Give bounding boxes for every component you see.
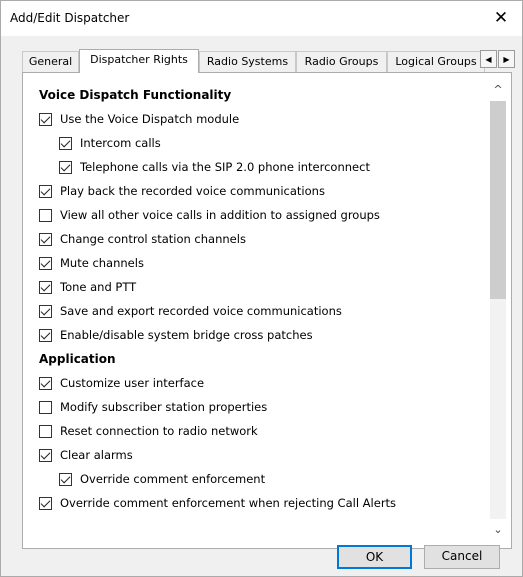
- permission-row[interactable]: Save and export recorded voice communica…: [39, 301, 342, 321]
- permission-checkbox[interactable]: [39, 496, 52, 510]
- permission-row[interactable]: Customize user interface: [39, 373, 204, 393]
- section-heading: Application: [39, 352, 116, 366]
- permission-checkbox[interactable]: [39, 400, 52, 414]
- permission-checkbox[interactable]: [39, 232, 52, 246]
- permission-row[interactable]: Modify subscriber station properties: [39, 397, 267, 417]
- tab-scroll-left-icon[interactable]: ◀: [480, 50, 497, 68]
- permission-checkbox[interactable]: [59, 472, 72, 486]
- permission-label: Play back the recorded voice communicati…: [60, 184, 325, 198]
- permission-row[interactable]: Change control station channels: [39, 229, 246, 249]
- permission-checkbox[interactable]: [39, 424, 52, 438]
- permission-checkbox[interactable]: [39, 256, 52, 270]
- tab-scroll-buttons: ◀ ▶: [480, 50, 516, 69]
- permission-label: Enable/disable system bridge cross patch…: [60, 328, 313, 342]
- permission-label: View all other voice calls in addition t…: [60, 208, 380, 222]
- permission-label: Override comment enforcement when reject…: [60, 496, 397, 510]
- permission-checkbox[interactable]: [39, 280, 52, 294]
- scroll-down-icon[interactable]: ⌄: [490, 522, 506, 538]
- ok-button[interactable]: OK: [337, 545, 412, 569]
- permission-label: Customize user interface: [60, 376, 205, 390]
- permission-row[interactable]: Clear alarms: [39, 445, 133, 465]
- tab-radio-systems[interactable]: Radio Systems: [199, 51, 296, 72]
- permission-checkbox[interactable]: [39, 328, 52, 342]
- permission-checkbox[interactable]: [39, 304, 52, 318]
- permission-checkbox[interactable]: [39, 208, 52, 222]
- tab-strip: General Dispatcher Rights Radio Systems …: [22, 49, 500, 73]
- scroll-up-icon[interactable]: ^: [490, 82, 506, 98]
- dialog-title: Add/Edit Dispatcher: [10, 11, 130, 25]
- permission-checkbox[interactable]: [39, 184, 52, 198]
- tab-logical-groups[interactable]: Logical Groups: [387, 51, 485, 72]
- permission-row[interactable]: Override comment enforcement when reject…: [39, 493, 396, 513]
- permission-label: Clear alarms: [60, 448, 133, 462]
- permission-label: Modify subscriber station properties: [60, 400, 268, 414]
- permission-checkbox[interactable]: [39, 376, 52, 390]
- permission-row[interactable]: Play back the recorded voice communicati…: [39, 181, 325, 201]
- add-edit-dispatcher-dialog: Add/Edit Dispatcher ✕ General Dispatcher…: [0, 0, 523, 577]
- permission-row[interactable]: Tone and PTT: [39, 277, 136, 297]
- permission-row[interactable]: Mute channels: [39, 253, 144, 273]
- section-heading: Voice Dispatch Functionality: [39, 88, 232, 102]
- scrollbar-thumb[interactable]: [490, 101, 506, 299]
- permission-label: Tone and PTT: [60, 280, 137, 294]
- permission-row[interactable]: Intercom calls: [59, 133, 161, 153]
- permission-row[interactable]: Override comment enforcement: [59, 469, 265, 489]
- permission-checkbox[interactable]: [39, 112, 52, 126]
- permission-label: Reset connection to radio network: [60, 424, 258, 438]
- permission-row[interactable]: Use the Voice Dispatch module: [39, 109, 239, 129]
- permission-label: Change control station channels: [60, 232, 246, 246]
- permission-checkbox[interactable]: [59, 136, 72, 150]
- permission-checkbox[interactable]: [39, 448, 52, 462]
- permission-label: Intercom calls: [80, 136, 161, 150]
- permission-label: Override comment enforcement: [80, 472, 266, 486]
- close-icon[interactable]: ✕: [490, 7, 512, 29]
- permission-row[interactable]: Enable/disable system bridge cross patch…: [39, 325, 313, 345]
- tab-scroll-right-icon[interactable]: ▶: [498, 50, 515, 68]
- dispatcher-rights-panel: Voice Dispatch Functionality Use the Voic…: [22, 72, 512, 549]
- permission-label: Telephone calls via the SIP 2.0 phone in…: [80, 160, 370, 174]
- permission-label: Use the Voice Dispatch module: [60, 112, 240, 126]
- title-bar: Add/Edit Dispatcher ✕: [1, 1, 522, 36]
- cancel-button[interactable]: Cancel: [424, 545, 500, 569]
- tab-radio-groups[interactable]: Radio Groups: [296, 51, 387, 72]
- permission-checkbox[interactable]: [59, 160, 72, 174]
- permission-label: Mute channels: [60, 256, 144, 270]
- permission-row[interactable]: Telephone calls via the SIP 2.0 phone in…: [59, 157, 370, 177]
- permission-row[interactable]: View all other voice calls in addition t…: [39, 205, 380, 225]
- scrollbar-track[interactable]: [490, 101, 506, 519]
- permission-row[interactable]: Reset connection to radio network: [39, 421, 258, 441]
- tab-dispatcher-rights[interactable]: Dispatcher Rights: [79, 49, 199, 73]
- permission-label: Save and export recorded voice communica…: [60, 304, 342, 318]
- tab-general[interactable]: General: [22, 51, 79, 72]
